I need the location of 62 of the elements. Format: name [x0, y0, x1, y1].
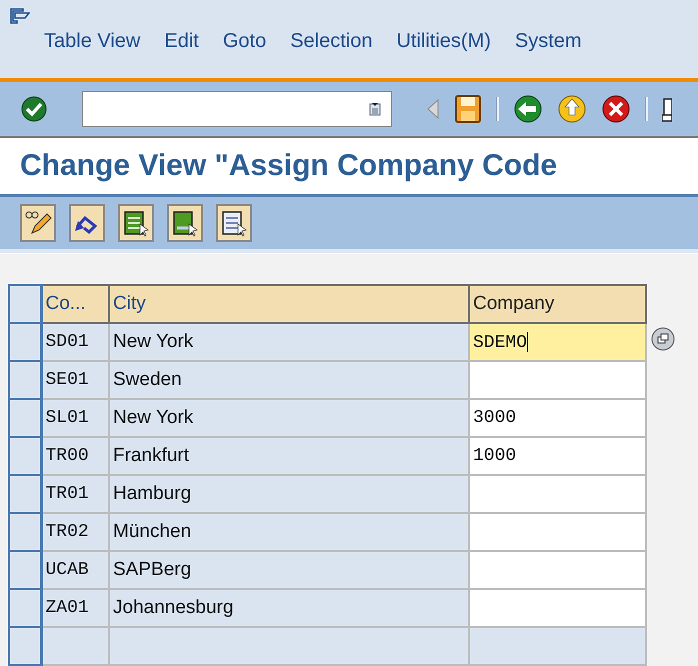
table-cell: SD01: [41, 323, 109, 361]
table-cell: New York: [109, 323, 469, 361]
table-cell: Sweden: [109, 361, 469, 399]
company-field[interactable]: [469, 361, 646, 399]
company-field[interactable]: [469, 551, 646, 589]
save-icon[interactable]: [454, 94, 482, 124]
screen-title: Change View "Assign Company Code: [20, 149, 558, 183]
table-cell: SAPBerg: [109, 551, 469, 589]
table-cell: New York: [109, 399, 469, 437]
company-field[interactable]: [469, 475, 646, 513]
select-all-cell[interactable]: [9, 285, 41, 323]
display-change-button[interactable]: [20, 204, 56, 242]
table-cell: Frankfurt: [109, 437, 469, 475]
table-cell: München: [109, 513, 469, 551]
deselect-all-button[interactable]: [216, 204, 252, 242]
row-selector[interactable]: [9, 513, 41, 551]
cancel-icon[interactable]: [601, 94, 631, 124]
table-cell: SL01: [41, 399, 109, 437]
company-field[interactable]: [469, 513, 646, 551]
left-triangle-icon[interactable]: [426, 98, 440, 120]
table-cell: Hamburg: [109, 475, 469, 513]
menu-item[interactable]: Edit: [164, 30, 199, 53]
select-all-button[interactable]: [118, 204, 154, 242]
table-cell: ZA01: [41, 589, 109, 627]
glasses-pencil-icon: [24, 209, 52, 237]
column-header[interactable]: City: [109, 285, 469, 323]
column-header[interactable]: Co...: [41, 285, 109, 323]
menu-item[interactable]: Table View: [44, 30, 140, 53]
undo-button[interactable]: [69, 204, 105, 242]
row-selector[interactable]: [9, 437, 41, 475]
list-cursor-icon: [122, 209, 150, 237]
table-cell: UCAB: [41, 551, 109, 589]
block-cursor-icon: [171, 209, 199, 237]
command-field[interactable]: [82, 91, 392, 127]
table-cell: [41, 627, 109, 665]
table-cell: TR01: [41, 475, 109, 513]
row-selector[interactable]: [9, 475, 41, 513]
column-header[interactable]: Company: [469, 285, 646, 323]
row-selector[interactable]: [9, 589, 41, 627]
row-selector[interactable]: [9, 627, 41, 665]
row-selector[interactable]: [9, 323, 41, 361]
company-field[interactable]: SDEMO: [469, 323, 646, 361]
row-selector[interactable]: [9, 399, 41, 437]
table-cell: Johannesburg: [109, 589, 469, 627]
history-icon[interactable]: [369, 102, 381, 116]
menu-item[interactable]: Utilities(M): [396, 30, 491, 53]
menu-item[interactable]: Selection: [290, 30, 372, 53]
row-selector[interactable]: [9, 361, 41, 399]
menu-item[interactable]: Goto: [222, 30, 266, 53]
row-selector[interactable]: [9, 551, 41, 589]
company-field[interactable]: 1000: [469, 437, 646, 475]
list-cursor-icon: [220, 209, 248, 237]
table-cell: TR02: [41, 513, 109, 551]
table-cell: TR00: [41, 437, 109, 475]
check-icon[interactable]: [20, 95, 48, 123]
value-help-icon[interactable]: [651, 327, 675, 351]
window-menu-icon[interactable]: [10, 8, 30, 24]
select-block-button[interactable]: [167, 204, 203, 242]
company-field[interactable]: 3000: [469, 399, 646, 437]
table-cell: SE01: [41, 361, 109, 399]
company-field[interactable]: [469, 589, 646, 627]
menu-item[interactable]: System: [514, 30, 582, 53]
